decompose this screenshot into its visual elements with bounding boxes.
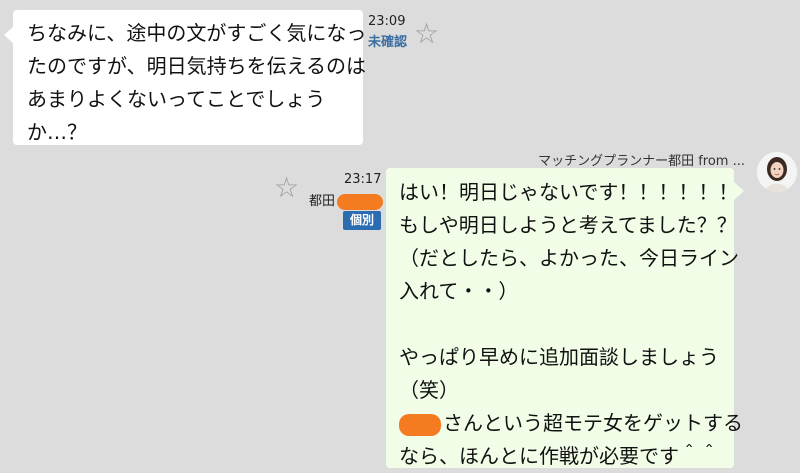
message-text: さんという超モテ女をゲットする — [443, 411, 743, 435]
message-line: （だとしたら、よかった、今日ライン — [399, 246, 739, 270]
redacted-name — [399, 413, 441, 436]
avatar[interactable] — [757, 152, 797, 192]
outgoing-message-bubble: はい！明日じゃないです！！！！！！ もしや明日しようと考えてました？？ （だとし… — [386, 168, 744, 468]
message-line: たのですが、明日気持ちを伝えるのは — [27, 54, 366, 78]
message-line: なら、ほんとに作戦が必要です＾＾ — [399, 444, 719, 468]
staff-name-label: 都田 — [309, 194, 336, 209]
message-line: あまりよくないってことでしょう — [27, 87, 326, 111]
redacted-name — [337, 193, 384, 210]
individual-badge: 個別 — [343, 211, 381, 230]
message-time: 23:17 — [344, 172, 382, 187]
staff-name: 都田 — [309, 190, 384, 210]
star-icon[interactable]: ☆ — [274, 174, 299, 202]
message-line-redacted: さんという超モテ女をゲットする — [399, 407, 743, 440]
incoming-message-meta: 23:09 未確認 — [368, 14, 407, 51]
message-line: か…？ — [27, 120, 87, 144]
message-line: 入れて・・） — [399, 279, 519, 303]
message-line: はい！明日じゃないです！！！！！！ — [399, 180, 739, 204]
message-time: 23:09 — [368, 14, 406, 29]
read-status: 未確認 — [368, 35, 408, 50]
outgoing-message-time: 23:17 — [344, 172, 381, 188]
message-line: もしや明日しようと考えてました？？ — [399, 213, 737, 237]
message-line: （笑） — [399, 378, 459, 402]
message-line: ちなみに、途中の文がすごく気になっ — [27, 21, 367, 45]
star-icon[interactable]: ☆ — [414, 20, 439, 48]
message-line — [399, 308, 724, 341]
message-line: やっぱり早めに追加面談しましょう — [399, 345, 719, 369]
incoming-message-bubble: ちなみに、途中の文がすごく気になっ たのですが、明日気持ちを伝えるのは あまりよ… — [4, 10, 367, 145]
sender-name: マッチングプランナー都田 from ... — [538, 154, 745, 169]
